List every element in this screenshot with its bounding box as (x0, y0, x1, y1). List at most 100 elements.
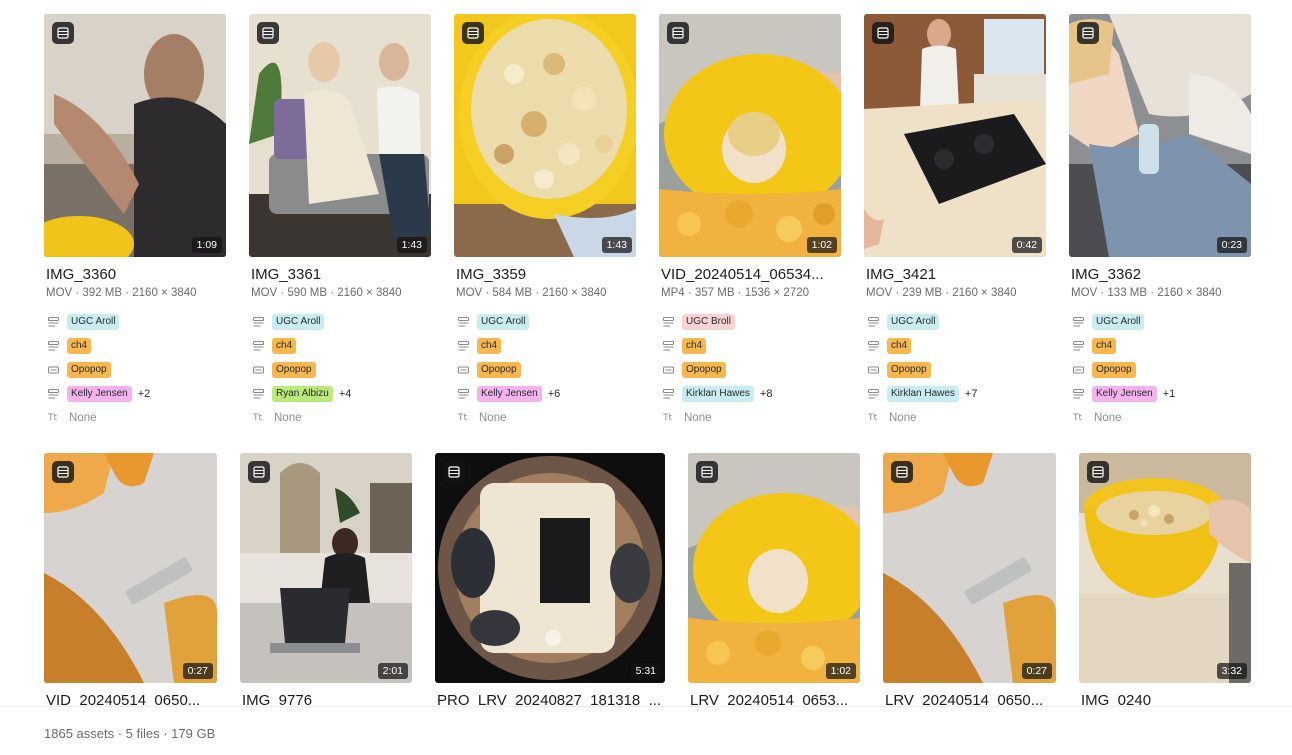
film-strip-icon (52, 461, 74, 483)
asset-title[interactable]: VID_20240514_06534... (661, 266, 841, 284)
asset-card[interactable]: 5:31 PRO_LRV_20240827_181318_... (435, 453, 665, 710)
asset-card[interactable]: 0:27 LRV_20240514_0650... (883, 453, 1056, 710)
more-count[interactable]: +4 (339, 388, 352, 400)
duration-badge: 0:27 (182, 663, 213, 679)
more-count[interactable]: +8 (760, 388, 773, 400)
property-text[interactable]: Tt None (458, 406, 636, 430)
tag-chapter: ch4 (887, 338, 912, 354)
property-brand[interactable]: Opopop (1073, 358, 1251, 382)
thumbnail-image (44, 14, 226, 257)
property-chapter[interactable]: ch4 (1073, 334, 1251, 358)
property-brand[interactable]: Opopop (663, 358, 841, 382)
property-type[interactable]: UGC Broll (663, 310, 841, 334)
asset-card[interactable]: 0:23 IMG_3362 MOV · 133 MB · 2160 × 3840… (1069, 14, 1251, 430)
list-select-icon (253, 339, 269, 353)
asset-title[interactable]: IMG_3359 (456, 266, 636, 284)
property-text[interactable]: Tt None (48, 406, 226, 430)
asset-thumbnail[interactable]: 5:31 (435, 453, 665, 683)
property-chapter[interactable]: ch4 (868, 334, 1046, 358)
asset-card[interactable]: 1:02 LRV_20240514_0653... (688, 453, 860, 710)
asset-title[interactable]: IMG_3421 (866, 266, 1046, 284)
asset-thumbnail[interactable]: 1:02 (659, 14, 841, 257)
asset-thumbnail[interactable]: 0:42 (864, 14, 1046, 257)
list-select-icon (48, 315, 64, 329)
asset-card[interactable]: 0:42 IMG_3421 MOV · 239 MB · 2160 × 3840… (864, 14, 1046, 430)
rectangle-select-icon (868, 363, 884, 377)
property-text[interactable]: Tt None (1073, 406, 1251, 430)
asset-thumbnail[interactable]: 2:01 (240, 453, 412, 683)
property-chapter[interactable]: ch4 (253, 334, 431, 358)
asset-meta: MOV · 584 MB · 2160 × 3840 (456, 287, 607, 299)
property-chapter[interactable]: ch4 (663, 334, 841, 358)
list-select-icon (868, 315, 884, 329)
property-text[interactable]: Tt None (663, 406, 841, 430)
asset-meta: MOV · 590 MB · 2160 × 3840 (251, 287, 402, 299)
asset-thumbnail[interactable]: 0:23 (1069, 14, 1251, 257)
more-count[interactable]: +6 (548, 388, 561, 400)
property-brand[interactable]: Opopop (868, 358, 1046, 382)
asset-thumbnail[interactable]: 1:09 (44, 14, 226, 257)
property-people[interactable]: Kirklan Hawes +7 (868, 382, 1046, 406)
property-type[interactable]: UGC Aroll (253, 310, 431, 334)
duration-badge: 1:09 (191, 237, 222, 253)
asset-title[interactable]: IMG_3360 (46, 266, 226, 284)
property-type[interactable]: UGC Aroll (48, 310, 226, 334)
property-type[interactable]: UGC Aroll (868, 310, 1046, 334)
asset-thumbnail[interactable]: 0:27 (44, 453, 217, 683)
asset-card[interactable]: 0:27 VID_20240514_0650... (44, 453, 217, 710)
asset-card[interactable]: 1:09 IMG_3360 MOV · 392 MB · 2160 × 3840… (44, 14, 226, 430)
asset-count-status: 1865 assets · 5 files · 179 GB (44, 726, 216, 741)
property-text[interactable]: Tt None (868, 406, 1046, 430)
list-select-icon (253, 315, 269, 329)
more-count[interactable]: +2 (138, 388, 151, 400)
text-value: None (479, 412, 507, 424)
film-strip-icon (257, 22, 279, 44)
asset-title[interactable]: IMG_3362 (1071, 266, 1251, 284)
asset-thumbnail[interactable]: 0:27 (883, 453, 1056, 683)
duration-badge: 1:02 (825, 663, 856, 679)
property-chapter[interactable]: ch4 (458, 334, 636, 358)
list-select-icon (253, 387, 269, 401)
asset-card[interactable]: 2:01 IMG_9776 (240, 453, 412, 710)
thumbnail-image (688, 453, 860, 683)
asset-thumbnail[interactable]: 3:32 (1079, 453, 1251, 683)
text-type-icon: Tt (458, 413, 468, 423)
duration-badge: 0:42 (1011, 237, 1042, 253)
thumbnail-image (864, 14, 1046, 257)
list-select-icon (48, 339, 64, 353)
property-type[interactable]: UGC Aroll (458, 310, 636, 334)
asset-thumbnail[interactable]: 1:43 (249, 14, 431, 257)
asset-card[interactable]: 3:32 IMG_0240 (1079, 453, 1251, 710)
tag-type: UGC Aroll (1092, 314, 1145, 330)
text-type-icon: Tt (48, 413, 58, 423)
list-select-icon (663, 339, 679, 353)
property-text[interactable]: Tt None (253, 406, 431, 430)
property-chapter[interactable]: ch4 (48, 334, 226, 358)
asset-card[interactable]: 1:43 IMG_3361 MOV · 590 MB · 2160 × 3840… (249, 14, 431, 430)
thumbnail-image (883, 453, 1056, 683)
property-brand[interactable]: Opopop (48, 358, 226, 382)
asset-title[interactable]: IMG_3361 (251, 266, 431, 284)
property-people[interactable]: Kelly Jensen +1 (1073, 382, 1251, 406)
text-value: None (684, 412, 712, 424)
list-select-icon (868, 387, 884, 401)
property-people[interactable]: Kelly Jensen +6 (458, 382, 636, 406)
film-strip-icon (462, 22, 484, 44)
property-people[interactable]: Ryan Albizu +4 (253, 382, 431, 406)
property-brand[interactable]: Opopop (253, 358, 431, 382)
property-people[interactable]: Kelly Jensen +2 (48, 382, 226, 406)
more-count[interactable]: +7 (965, 388, 978, 400)
asset-thumbnail[interactable]: 1:43 (454, 14, 636, 257)
asset-card[interactable]: 1:02 VID_20240514_06534... MP4 · 357 MB … (659, 14, 841, 430)
property-people[interactable]: Kirklan Hawes +8 (663, 382, 841, 406)
film-strip-icon (52, 22, 74, 44)
property-brand[interactable]: Opopop (458, 358, 636, 382)
thumbnail-image (435, 453, 665, 683)
asset-thumbnail[interactable]: 1:02 (688, 453, 860, 683)
film-strip-icon (891, 461, 913, 483)
tag-chapter: ch4 (1092, 338, 1117, 354)
asset-card[interactable]: 1:43 IMG_3359 MOV · 584 MB · 2160 × 3840… (454, 14, 636, 430)
property-type[interactable]: UGC Aroll (1073, 310, 1251, 334)
more-count[interactable]: +1 (1163, 388, 1176, 400)
tag-person: Ryan Albizu (272, 386, 333, 402)
